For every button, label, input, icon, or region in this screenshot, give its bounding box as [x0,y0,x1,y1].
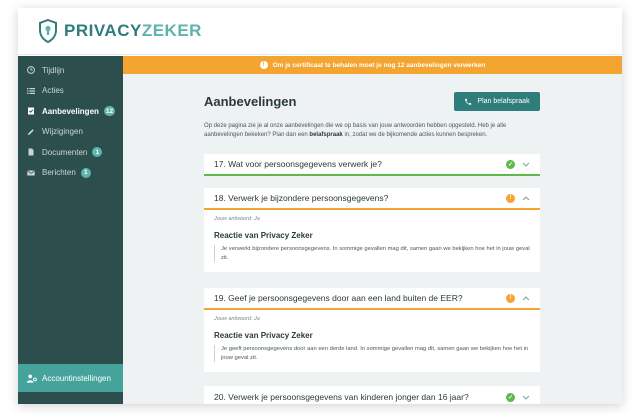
check-icon: ✓ [506,159,515,169]
clock-icon [27,66,35,75]
logo-text[interactable]: PRIVACYZEKER [64,21,202,41]
sidebar-item-label: Berichten [42,168,76,178]
chevron-down-icon[interactable] [522,395,530,400]
clipboard-icon [27,107,35,115]
document-icon [27,148,35,156]
check-icon: ✓ [506,392,515,402]
exclamation-icon: ! [259,61,268,69]
answer-text: Jouw antwoord: Ja [214,316,260,322]
intro-text: Op deze pagina zie je al onze aanbevelin… [204,123,507,138]
count-badge: 12 [103,106,116,117]
question-title: 20. Verwerk je persoonsgegevens van kind… [214,392,469,402]
question-card: 20. Verwerk je persoonsgegevens van kind… [204,386,540,404]
sidebar-item-wijzigingen[interactable]: Wijzigingen [18,122,123,143]
list-icon [27,87,35,95]
question-title: 19. Geef je persoonsgegevens door aan ee… [214,293,463,303]
pencil-icon [27,128,35,136]
main-content: Aanbevelingen Plan belafspraak Op deze p… [123,74,622,404]
reaction-title: Reactie van Privacy Zeker [214,331,313,340]
sidebar-item-label: Acties [42,86,64,96]
certificate-banner: ! Om je certificaat te behalen moet je n… [123,56,622,74]
reaction-text: Je verwerkt bijzondere persoonsgegevens.… [214,245,530,262]
chevron-up-icon[interactable] [522,295,530,301]
intro-link[interactable]: belafspraak [309,132,342,138]
question-body: Jouw antwoord: Ja Reactie van Privacy Ze… [204,310,540,372]
sidebar-item-label: Documenten [42,147,88,157]
sidebar-item-tijdlijn[interactable]: Tijdlijn [18,60,123,81]
chevron-down-icon[interactable] [522,162,530,167]
plan-call-label: Plan belafspraak [477,98,530,105]
question-body: Jouw antwoord: Ja Reactie van Privacy Ze… [204,210,540,272]
question-card: 18. Verwerk je bijzondere persoonsgegeve… [204,188,540,272]
count-badge: 1 [92,147,103,158]
mail-icon [27,169,35,177]
question-header[interactable]: 17. Wat voor persoonsgegevens verwerk je… [204,154,540,176]
sidebar-item-aanbevelingen[interactable]: Aanbevelingen 12 [18,101,123,122]
question-header[interactable]: 19. Geef je persoonsgegevens door aan ee… [204,288,540,310]
header: PRIVACYZEKER [18,8,622,55]
banner-text: Om je certificaat te behalen moet je nog… [272,61,486,69]
question-header[interactable]: 20. Verwerk je persoonsgegevens van kind… [204,386,540,404]
warning-icon: ! [506,193,515,203]
sidebar-item-label: Wijzigingen [42,127,83,137]
answer-text: Jouw antwoord: Ja [214,216,260,222]
reaction-title: Reactie van Privacy Zeker [214,231,313,240]
account-settings-label: Accountinstellingen [42,373,111,383]
question-card: 17. Wat voor persoonsgegevens verwerk je… [204,154,540,176]
shield-logo-icon [39,19,57,43]
question-title: 18. Verwerk je bijzondere persoonsgegeve… [214,193,389,203]
sidebar-item-berichten[interactable]: Berichten 1 [18,163,123,184]
sidebar: Tijdlijn Acties Aanbevelingen 12 Wijzigi… [18,56,123,404]
sidebar-item-documenten[interactable]: Documenten 1 [18,142,123,163]
phone-icon [464,98,472,106]
user-settings-icon [27,374,37,383]
sidebar-item-label: Tijdlijn [42,65,65,75]
sidebar-item-label: Aanbevelingen [42,106,99,116]
chevron-up-icon[interactable] [522,195,530,201]
sidebar-item-acties[interactable]: Acties [18,81,123,102]
warning-icon: ! [506,293,515,303]
account-settings-button[interactable]: Accountinstellingen [18,364,123,392]
reaction-text: Je geeft persoonsgegevens door aan een d… [214,345,530,362]
app-window: PRIVACYZEKER Tijdlijn Acties Aanbeveling… [18,8,622,404]
plan-call-button[interactable]: Plan belafspraak [454,92,540,111]
count-badge: 1 [80,167,91,178]
question-title: 17. Wat voor persoonsgegevens verwerk je… [214,159,382,169]
question-header[interactable]: 18. Verwerk je bijzondere persoonsgegeve… [204,188,540,210]
page-title: Aanbevelingen [204,94,297,109]
question-card: 19. Geef je persoonsgegevens door aan ee… [204,288,540,372]
